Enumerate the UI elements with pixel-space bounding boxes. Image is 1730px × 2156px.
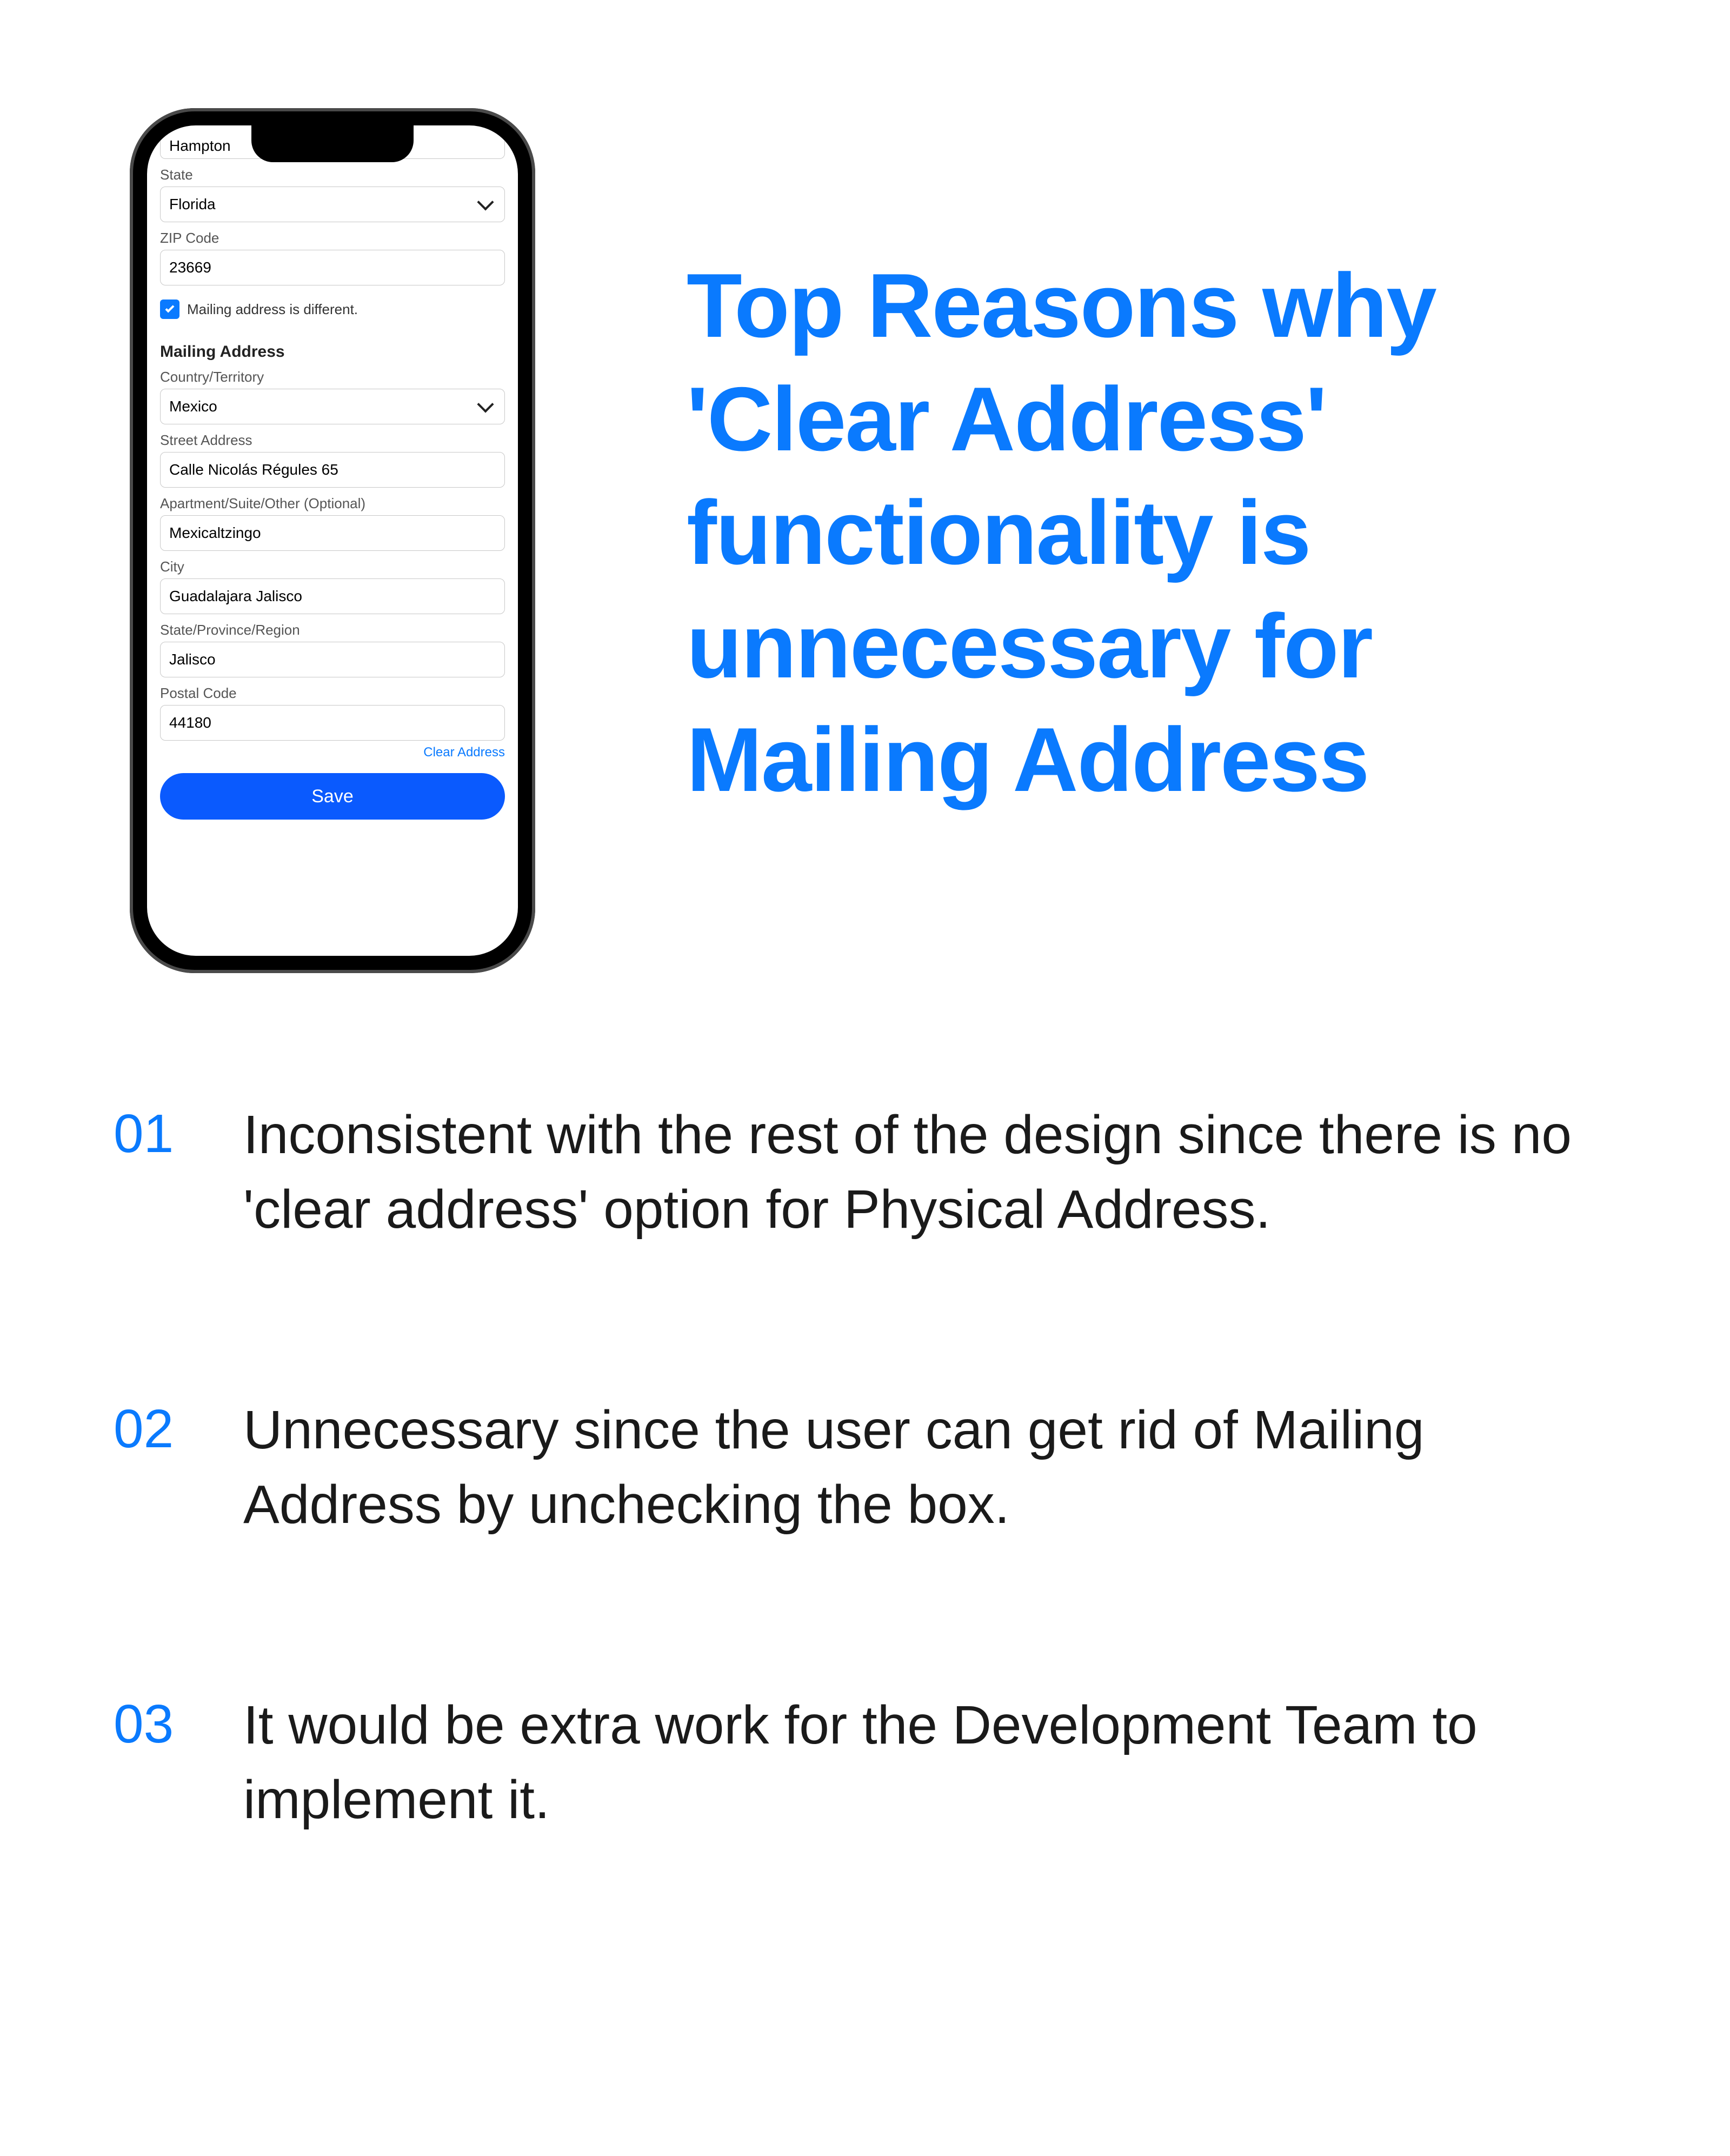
city-value-physical: Hampton [169, 137, 231, 155]
apt-input[interactable]: Mexicaltzingo [160, 515, 505, 551]
reasons-list: 01 Inconsistent with the rest of the des… [0, 973, 1730, 1837]
apt-label: Apartment/Suite/Other (Optional) [160, 495, 505, 512]
mailing-address-title: Mailing Address [160, 343, 505, 361]
region-value: Jalisco [169, 651, 216, 668]
postal-value: 44180 [169, 714, 211, 731]
country-label: Country/Territory [160, 369, 505, 385]
mailing-different-row[interactable]: Mailing address is different. [160, 300, 505, 319]
checkmark-icon [165, 304, 175, 313]
street-label: Street Address [160, 432, 505, 449]
save-button[interactable]: Save [160, 773, 505, 820]
reason-text: Unnecessary since the user can get rid o… [243, 1393, 1589, 1542]
zip-label: ZIP Code [160, 230, 505, 247]
phone-mockup: Hampton State Florida ZIP Code 23669 [130, 108, 535, 973]
postal-label: Postal Code [160, 685, 505, 702]
reason-item: 02 Unnecessary since the user can get ri… [114, 1393, 1589, 1542]
page-title: Top Reasons why 'Clear Address' function… [687, 249, 1622, 816]
state-value: Florida [169, 196, 216, 213]
street-value: Calle Nicolás Régules 65 [169, 461, 338, 478]
reason-text: Inconsistent with the rest of the design… [243, 1097, 1589, 1247]
region-input[interactable]: Jalisco [160, 642, 505, 677]
apt-value: Mexicaltzingo [169, 524, 261, 542]
street-input[interactable]: Calle Nicolás Régules 65 [160, 452, 505, 488]
chevron-down-icon [477, 396, 494, 412]
reason-number: 01 [114, 1097, 195, 1247]
reason-item: 03 It would be extra work for the Develo… [114, 1688, 1589, 1837]
country-value: Mexico [169, 398, 217, 415]
save-label: Save [311, 786, 354, 807]
city-value: Guadalajara Jalisco [169, 588, 302, 605]
phone-notch [251, 124, 414, 162]
zip-value: 23669 [169, 259, 211, 276]
zip-input[interactable]: 23669 [160, 250, 505, 285]
country-select[interactable]: Mexico [160, 389, 505, 424]
reason-text: It would be extra work for the Developme… [243, 1688, 1589, 1837]
state-select[interactable]: Florida [160, 187, 505, 222]
city-label: City [160, 558, 505, 575]
chevron-down-icon [477, 194, 494, 210]
reason-number: 02 [114, 1393, 195, 1542]
state-label: State [160, 167, 505, 183]
mailing-different-label: Mailing address is different. [187, 301, 358, 318]
postal-input[interactable]: 44180 [160, 705, 505, 741]
reason-number: 03 [114, 1688, 195, 1837]
phone-screen: Hampton State Florida ZIP Code 23669 [147, 125, 518, 956]
region-label: State/Province/Region [160, 622, 505, 638]
reason-item: 01 Inconsistent with the rest of the des… [114, 1097, 1589, 1247]
city-input[interactable]: Guadalajara Jalisco [160, 578, 505, 614]
mailing-different-checkbox[interactable] [160, 300, 179, 319]
clear-address-link[interactable]: Clear Address [423, 745, 505, 760]
